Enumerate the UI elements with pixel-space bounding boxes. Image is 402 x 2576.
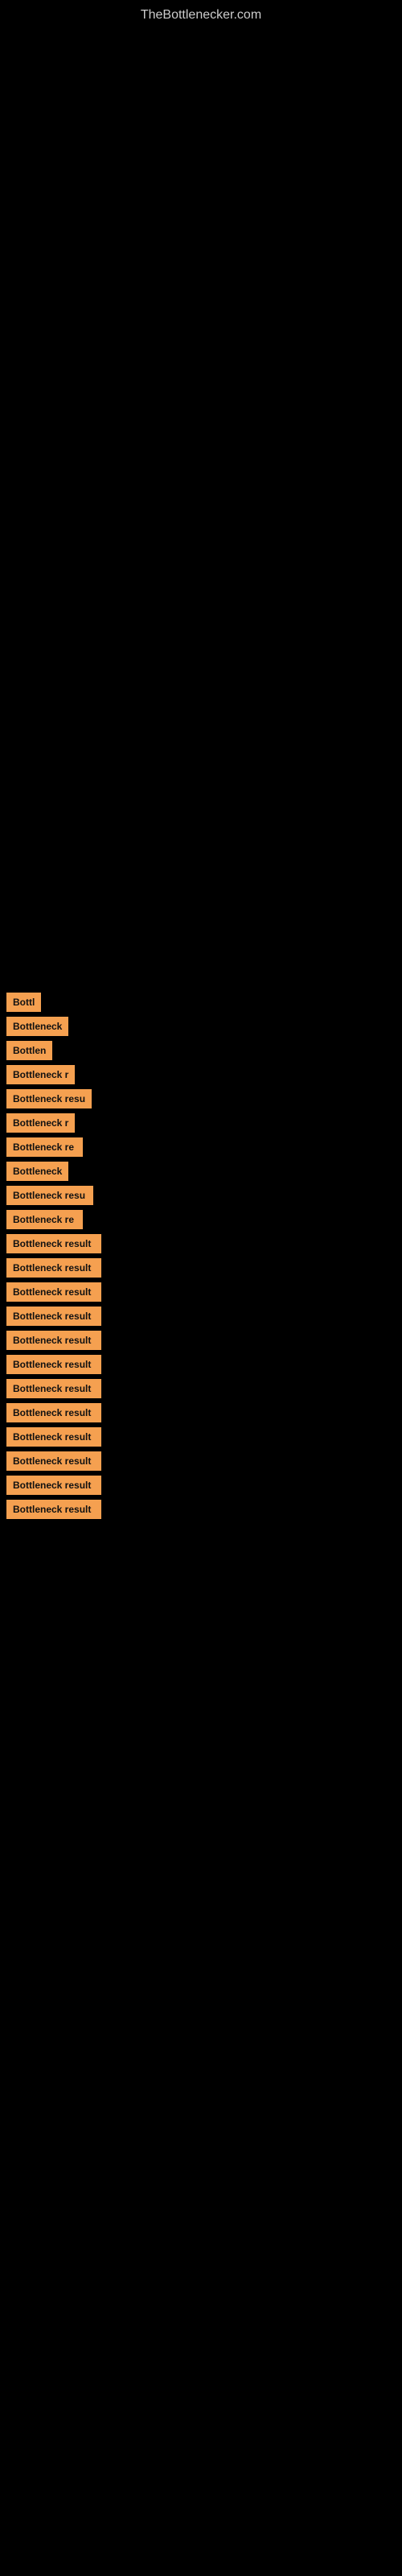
bottleneck-result-label: Bottleneck result xyxy=(6,1379,101,1398)
list-item: Bottleneck result xyxy=(0,1427,402,1447)
bottleneck-result-label: Bottleneck result xyxy=(6,1234,101,1253)
site-title-container: TheBottlenecker.com xyxy=(0,0,402,27)
site-title: TheBottlenecker.com xyxy=(0,0,402,27)
list-item: Bottleneck result xyxy=(0,1451,402,1471)
bottleneck-result-label: Bottleneck result xyxy=(6,1500,101,1519)
bottleneck-result-label: Bottleneck result xyxy=(6,1282,101,1302)
list-item: Bottleneck result xyxy=(0,1307,402,1326)
list-item: Bottleneck result xyxy=(0,1331,402,1350)
bottleneck-result-label: Bottleneck result xyxy=(6,1451,101,1471)
bottleneck-result-label: Bottleneck resu xyxy=(6,1186,93,1205)
bottleneck-result-label: Bottleneck result xyxy=(6,1476,101,1495)
bottleneck-result-label: Bottleneck re xyxy=(6,1210,83,1229)
bottleneck-result-label: Bottleneck r xyxy=(6,1065,75,1084)
list-item: Bottleneck result xyxy=(0,1403,402,1422)
bottleneck-result-label: Bottleneck result xyxy=(6,1307,101,1326)
bottleneck-result-label: Bottleneck result xyxy=(6,1258,101,1278)
list-item: Bottleneck result xyxy=(0,1476,402,1495)
list-item: Bottleneck r xyxy=(0,1065,402,1084)
list-item: Bottleneck re xyxy=(0,1210,402,1229)
bottleneck-result-label: Bottleneck result xyxy=(6,1403,101,1422)
list-item: Bottleneck re xyxy=(0,1137,402,1157)
list-item: Bottleneck r xyxy=(0,1113,402,1133)
bottleneck-result-label: Bottleneck xyxy=(6,1162,68,1181)
list-item: Bottleneck result xyxy=(0,1500,402,1519)
bottleneck-result-label: Bottleneck result xyxy=(6,1427,101,1447)
items-container: Bottl Bottleneck Bottlen Bottleneck r Bottle… xyxy=(0,27,402,1519)
list-item: Bottleneck result xyxy=(0,1258,402,1278)
bottleneck-result-label: Bottleneck result xyxy=(6,1355,101,1374)
bottleneck-result-label: Bottleneck result xyxy=(6,1331,101,1350)
list-item: Bottleneck result xyxy=(0,1234,402,1253)
list-item: Bottleneck result xyxy=(0,1355,402,1374)
list-item: Bottleneck result xyxy=(0,1379,402,1398)
list-item: Bottleneck xyxy=(0,1162,402,1181)
list-item: Bottleneck resu xyxy=(0,1186,402,1205)
bottleneck-result-label: Bottleneck xyxy=(6,1017,68,1036)
list-item: Bottleneck resu xyxy=(0,1089,402,1108)
bottleneck-result-label: Bottl xyxy=(6,993,41,1012)
list-item: Bottleneck result xyxy=(0,1282,402,1302)
bottleneck-result-label: Bottlen xyxy=(6,1041,52,1060)
list-item: Bottlen xyxy=(0,1041,402,1060)
list-item: Bottleneck xyxy=(0,1017,402,1036)
bottleneck-result-label: Bottleneck r xyxy=(6,1113,75,1133)
bottleneck-result-label: Bottleneck resu xyxy=(6,1089,92,1108)
bottleneck-result-label: Bottleneck re xyxy=(6,1137,83,1157)
list-item: Bottl xyxy=(0,993,402,1012)
